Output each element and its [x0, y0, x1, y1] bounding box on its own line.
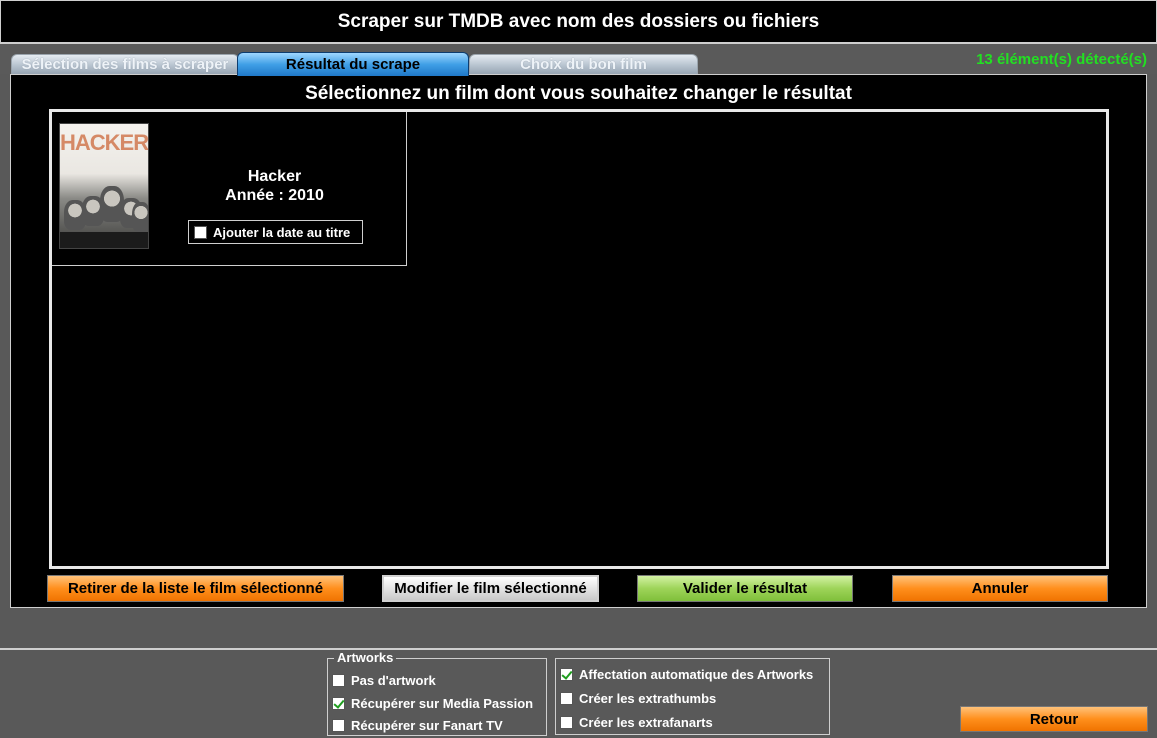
checkbox-box[interactable] [560, 692, 573, 705]
poster-title: HACKER [60, 130, 149, 155]
poster-figure [132, 202, 148, 232]
artworks-legend: Artworks [334, 650, 397, 665]
panel-heading: Sélectionnez un film dont vous souhaitez… [305, 83, 852, 104]
extras-option-label: Créer les extrathumbs [579, 691, 717, 706]
checkbox-box[interactable] [560, 668, 573, 681]
film-card[interactable]: HACKER Hacker Année : 2010 Ajouter la da… [52, 112, 407, 266]
film-title: Hacker [247, 168, 302, 185]
artwork-option-media-passion[interactable]: Récupérer sur Media Passion [332, 696, 533, 711]
extras-option-label: Créer les extrafanarts [579, 715, 713, 730]
extrafanarts-option[interactable]: Créer les extrafanarts [560, 715, 713, 730]
artworks-group: Artworks Pas d'artwork Récupérer sur Med… [327, 650, 547, 736]
checkbox-box[interactable] [560, 716, 573, 729]
checkbox-box[interactable] [332, 719, 345, 732]
tab-choix-bon-film[interactable]: Choix du bon film [469, 54, 698, 74]
cancel-button[interactable]: Annuler [892, 575, 1108, 602]
checkbox-box[interactable] [194, 225, 207, 239]
poster-credits [60, 232, 148, 248]
validate-result-button[interactable]: Valider le résultat [637, 575, 853, 602]
artwork-option-label: Récupérer sur Fanart TV [351, 718, 503, 733]
extrathumbs-option[interactable]: Créer les extrathumbs [560, 691, 716, 706]
tab-selection-films[interactable]: Sélection des films à scraper [11, 54, 239, 74]
artwork-option-label: Récupérer sur Media Passion [351, 696, 534, 711]
add-date-checkbox[interactable]: Ajouter la date au titre [188, 220, 363, 244]
artwork-option-fanart-tv[interactable]: Récupérer sur Fanart TV [332, 718, 503, 733]
film-poster: HACKER [59, 123, 149, 249]
artwork-option-none[interactable]: Pas d'artwork [332, 673, 436, 688]
film-list[interactable]: HACKER Hacker Année : 2010 Ajouter la da… [49, 109, 1109, 569]
detected-count: 13 élément(s) détecté(s) [976, 51, 1147, 68]
auto-artwork-option[interactable]: Affectation automatique des Artworks [560, 667, 813, 682]
extras-group: Affectation automatique des Artworks Cré… [555, 658, 830, 735]
add-date-label: Ajouter la date au titre [213, 224, 351, 240]
modify-film-button[interactable]: Modifier le film sélectionné [382, 575, 599, 602]
back-button[interactable]: Retour [960, 706, 1148, 732]
remove-film-button[interactable]: Retirer de la liste le film sélectionné [47, 575, 344, 602]
extras-option-label: Affectation automatique des Artworks [579, 667, 814, 682]
film-year: Année : 2010 [225, 187, 324, 204]
result-panel: Sélectionnez un film dont vous souhaitez… [10, 74, 1147, 608]
checkbox-box[interactable] [332, 674, 345, 687]
artwork-option-label: Pas d'artwork [351, 673, 436, 688]
window-title: Scraper sur TMDB avec nom des dossiers o… [0, 0, 1157, 44]
tab-resultat-scrape[interactable]: Résultat du scrape [237, 52, 469, 76]
checkbox-box[interactable] [332, 697, 345, 710]
bottom-bar: Artworks Pas d'artwork Récupérer sur Med… [0, 648, 1157, 738]
